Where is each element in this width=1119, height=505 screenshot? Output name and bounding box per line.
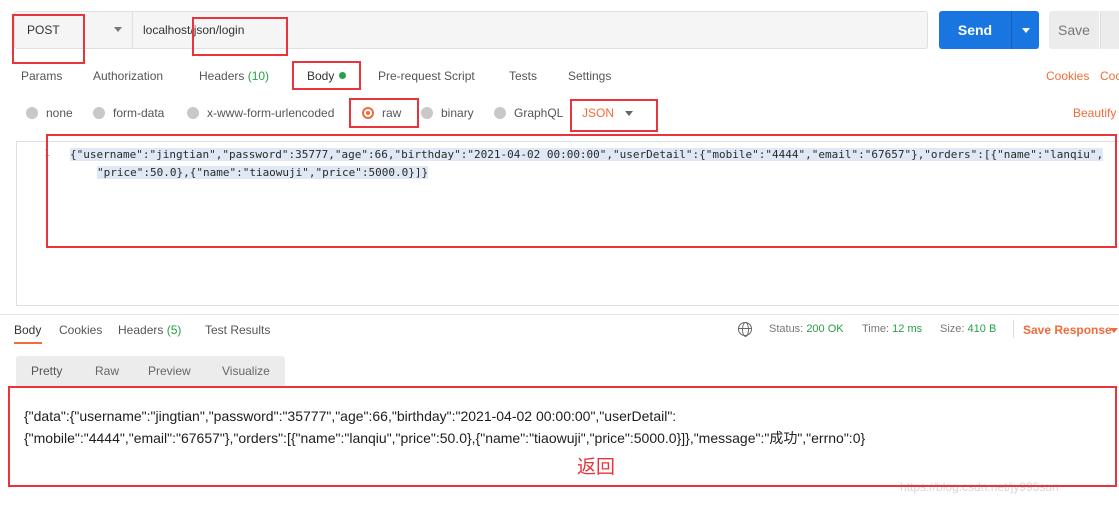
radio-graphql-label: GraphQL bbox=[514, 106, 564, 120]
view-tab-visualize[interactable]: Visualize bbox=[222, 364, 270, 378]
headers-count-badge: (10) bbox=[247, 69, 270, 83]
response-line-2: {"mobile":"4444","email":"67657"},"order… bbox=[24, 430, 866, 446]
save-response-button[interactable]: Save Response bbox=[1023, 323, 1112, 337]
radio-none[interactable]: none bbox=[26, 106, 73, 120]
radio-circle bbox=[93, 107, 105, 119]
radio-circle bbox=[26, 107, 38, 119]
size-label: Size: bbox=[940, 323, 965, 335]
send-button[interactable]: Send bbox=[939, 11, 1011, 49]
radio-circle bbox=[494, 107, 506, 119]
tab-body-label: Body bbox=[307, 69, 335, 83]
response-line-1: {"data":{"username":"jingtian","password… bbox=[24, 408, 677, 424]
response-tab-cookies[interactable]: Cookies bbox=[59, 323, 102, 337]
code-line-2: "price":50.0},{"name":"tiaowuji","price"… bbox=[97, 166, 429, 179]
globe-icon[interactable] bbox=[738, 322, 752, 337]
save-dropdown-button[interactable] bbox=[1100, 11, 1119, 49]
radio-binary-label: binary bbox=[441, 106, 474, 120]
editor-code[interactable]: {"username":"jingtian","password":35777,… bbox=[70, 146, 1110, 182]
chevron-down-icon bbox=[114, 27, 122, 32]
watermark: https://blog.csdn.net/jy995sun bbox=[900, 480, 1059, 494]
view-tab-preview[interactable]: Preview bbox=[148, 364, 191, 378]
chevron-down-icon bbox=[1022, 28, 1030, 33]
tab-params[interactable]: Params bbox=[21, 69, 62, 83]
tab-pre-request-script[interactable]: Pre-request Script bbox=[378, 69, 475, 83]
annotation-label: 返回 bbox=[577, 457, 616, 478]
active-tab-indicator bbox=[294, 88, 344, 90]
size-value: 410 B bbox=[967, 323, 997, 335]
radio-raw-label: raw bbox=[382, 106, 402, 120]
active-tab-indicator bbox=[14, 342, 42, 344]
response-headers-count: (5) bbox=[166, 323, 182, 337]
url-input[interactable]: localhost/json/login bbox=[132, 11, 928, 49]
radio-binary[interactable]: binary bbox=[421, 106, 474, 120]
radio-form-data[interactable]: form-data bbox=[93, 106, 164, 120]
tab-tests[interactable]: Tests bbox=[509, 69, 537, 83]
tab-headers-label: Headers bbox=[199, 69, 245, 83]
divider bbox=[1013, 320, 1014, 338]
tab-authorization[interactable]: Authorization bbox=[93, 69, 163, 83]
view-tab-pretty[interactable]: Pretty bbox=[31, 364, 62, 378]
response-headers-label: Headers bbox=[118, 323, 164, 337]
code-line-1: {"username":"jingtian","password":35777,… bbox=[70, 148, 1104, 161]
time-label: Time: bbox=[862, 323, 890, 335]
cookies-link[interactable]: Cookies bbox=[1046, 69, 1089, 83]
response-tab-test-results[interactable]: Test Results bbox=[205, 323, 270, 337]
radio-circle bbox=[187, 107, 199, 119]
status-label: Status: bbox=[769, 323, 804, 335]
save-button[interactable]: Save bbox=[1049, 11, 1099, 49]
format-select[interactable]: JSON bbox=[582, 106, 614, 120]
radio-form-data-label: form-data bbox=[113, 106, 165, 120]
tab-body[interactable]: Body bbox=[307, 69, 347, 83]
chevron-down-icon bbox=[625, 111, 633, 116]
radio-urlencoded[interactable]: x-www-form-urlencoded bbox=[187, 106, 334, 120]
tab-settings[interactable]: Settings bbox=[568, 69, 611, 83]
response-tab-headers[interactable]: Headers (5) bbox=[118, 323, 181, 337]
radio-urlencoded-label: x-www-form-urlencoded bbox=[207, 106, 335, 120]
response-tab-body[interactable]: Body bbox=[14, 323, 41, 337]
radio-graphql[interactable]: GraphQL bbox=[494, 106, 563, 120]
radio-none-label: none bbox=[46, 106, 73, 120]
time-readout: Time: 12 ms bbox=[862, 323, 922, 335]
size-readout: Size: 410 B bbox=[940, 323, 996, 335]
tab-headers[interactable]: Headers (10) bbox=[199, 69, 269, 83]
status-value: 200 OK bbox=[806, 323, 844, 335]
method-select[interactable]: POST bbox=[14, 11, 132, 49]
view-tab-raw[interactable]: Raw bbox=[95, 364, 119, 378]
response-body[interactable]: {"data":{"username":"jingtian","password… bbox=[24, 405, 1104, 449]
status-readout: Status: 200 OK bbox=[769, 323, 844, 335]
send-dropdown-button[interactable] bbox=[1011, 11, 1039, 49]
line-number: 1 bbox=[44, 148, 51, 159]
chevron-down-icon[interactable] bbox=[1110, 328, 1118, 333]
beautify-link[interactable]: Beautify bbox=[1073, 106, 1116, 120]
divider bbox=[0, 314, 1119, 315]
time-value: 12 ms bbox=[892, 323, 923, 335]
radio-circle bbox=[421, 107, 433, 119]
body-modified-dot bbox=[339, 72, 347, 79]
radio-circle-selected bbox=[362, 107, 374, 119]
radio-raw[interactable]: raw bbox=[362, 106, 401, 120]
method-label: POST bbox=[27, 23, 60, 37]
url-value: localhost/json/login bbox=[143, 23, 245, 37]
code-link[interactable]: Coc bbox=[1100, 69, 1119, 83]
